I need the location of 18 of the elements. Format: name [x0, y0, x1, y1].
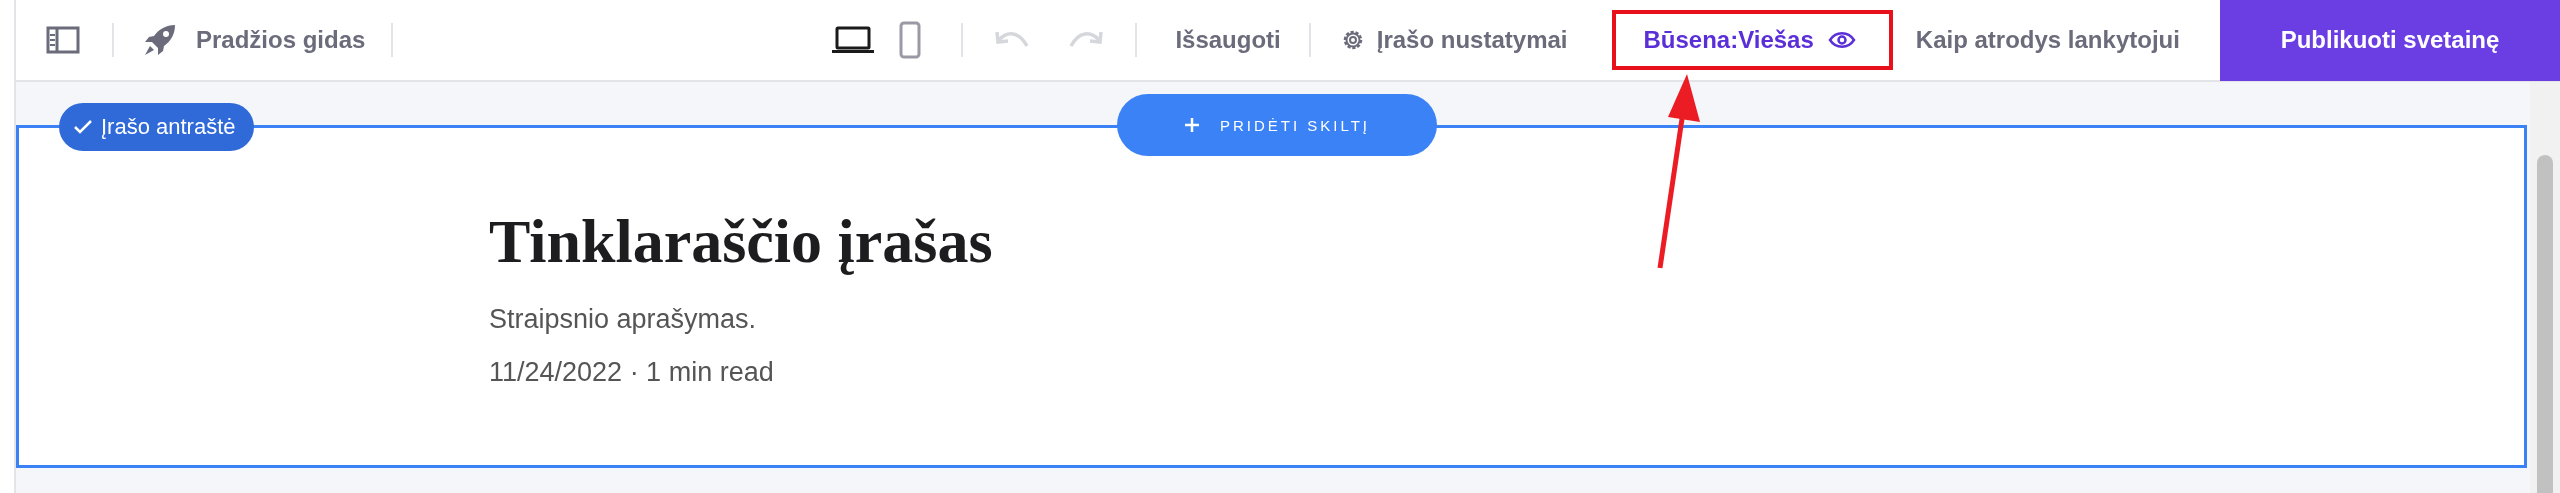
guide-button[interactable]: Pradžios gidas — [142, 22, 366, 58]
check-icon — [73, 119, 93, 135]
add-section-button[interactable]: PRIDĖTI SKILTĮ — [1117, 94, 1437, 156]
eye-icon — [1827, 30, 1856, 50]
post-title: Tinklaraščio įrašas — [489, 206, 994, 277]
status-button[interactable]: Būsena:Viešas — [1643, 26, 1856, 54]
sidebar-icon[interactable] — [46, 26, 80, 54]
preview-button[interactable]: Kaip atrodys lankytojui — [1915, 26, 2180, 54]
save-button[interactable]: Išsaugoti — [1175, 26, 1281, 54]
settings-button[interactable]: Įrašo nustatymai — [1340, 26, 1568, 54]
plus-icon — [1183, 117, 1200, 133]
publish-button[interactable]: Publikuoti svetainę — [2220, 0, 2560, 81]
post-meta: 11/24/2022 · 1 min read — [489, 357, 775, 389]
laptop-icon[interactable] — [831, 25, 876, 55]
scrollbar-thumb[interactable] — [2537, 155, 2553, 493]
rocket-icon — [142, 22, 178, 58]
post-description: Straipsnio aprašymas. — [489, 304, 758, 336]
phone-icon[interactable] — [899, 21, 922, 59]
